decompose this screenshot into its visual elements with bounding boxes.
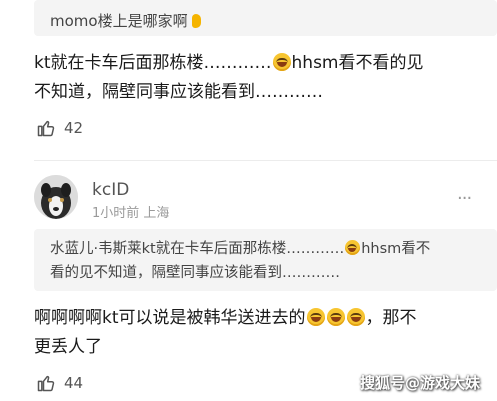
hand-emoji-icon: [191, 14, 201, 28]
comment-line-2: 更丢人了: [34, 337, 102, 357]
comment-line-2: 不知道，隔壁同事应该能看到…………: [34, 82, 323, 102]
laugh-emoji-icon: [272, 53, 291, 71]
comment-meta: 1小时前 上海: [92, 206, 170, 221]
laugh-emoji-icon: [326, 308, 345, 326]
username[interactable]: kcID: [92, 180, 129, 200]
laugh-emoji-icon: [306, 308, 325, 326]
quoted-comment-text: momo楼上是哪家啊: [50, 10, 201, 31]
like-button[interactable]: 44: [36, 373, 83, 393]
like-count: 44: [64, 374, 84, 392]
comment-line-1: kt就在卡车后面那栋楼………… hhsm看不看的见: [34, 53, 424, 73]
like-count: 42: [64, 119, 84, 137]
comment-body: 啊啊啊啊kt可以说是被韩华送进去的 ，那不 更丢人了: [34, 304, 417, 362]
more-dots-icon: ···: [457, 188, 472, 209]
like-button[interactable]: 42: [36, 118, 83, 138]
comment-body: kt就在卡车后面那栋楼………… hhsm看不看的见 不知道，隔壁同事应该能看到………: [34, 49, 423, 107]
comment-line-1: 啊啊啊啊kt可以说是被韩华送进去的 ，那不: [34, 308, 417, 328]
quoted-reply-text: 水蓝儿·韦斯莱kt就在卡车后面那栋楼………… hhsm看不 看的见不知道，隔壁同事…: [50, 237, 430, 285]
avatar[interactable]: [34, 175, 78, 219]
quoted-comment-box[interactable]: momo楼上是哪家啊: [34, 0, 497, 36]
more-button[interactable]: ···: [457, 188, 472, 209]
laugh-emoji-icon: [345, 240, 361, 255]
divider: [34, 160, 497, 161]
quoted-reply-line-1: 水蓝儿·韦斯莱kt就在卡车后面那栋楼………… hhsm看不: [50, 240, 431, 257]
watermark: 搜狐号@游戏大妹: [360, 374, 481, 392]
thumbs-up-icon: [37, 375, 55, 392]
quoted-reply-box[interactable]: 水蓝儿·韦斯莱kt就在卡车后面那栋楼………… hhsm看不 看的见不知道，隔壁同事…: [34, 229, 497, 291]
thumbs-up-icon: [37, 120, 55, 137]
dog-avatar-icon: [34, 175, 78, 219]
laugh-emoji-icon: [346, 308, 365, 326]
quoted-reply-line-2: 看的见不知道，隔壁同事应该能看到…………: [50, 265, 340, 281]
